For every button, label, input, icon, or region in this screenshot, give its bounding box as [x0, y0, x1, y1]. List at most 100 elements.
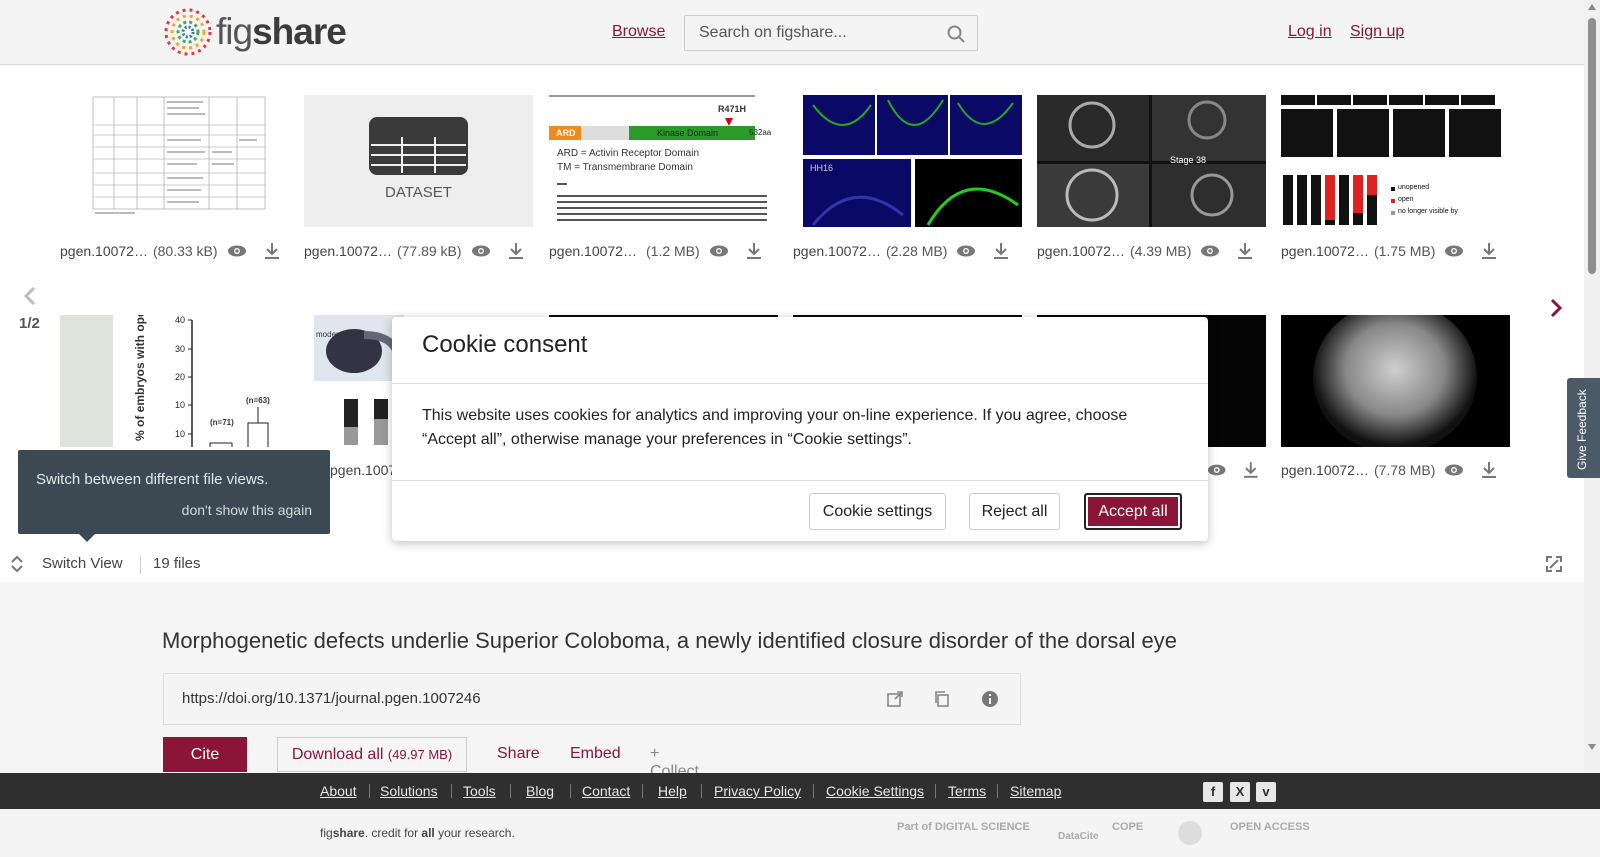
file-thumbnail[interactable]: unopened open no longer visible by [1281, 95, 1510, 227]
file-count: 19 files [153, 555, 201, 572]
doi-url[interactable]: https://doi.org/10.1371/journal.pgen.100… [182, 690, 481, 707]
digital-science-logo[interactable]: Part of DIGITAL SCIENCE [897, 821, 1030, 833]
file-size: (4.39 MB) [1129, 243, 1192, 259]
download-icon[interactable] [507, 242, 525, 260]
tooltip-arrow [78, 533, 96, 542]
file-meta: pgen.10072… (7.78 MB) [1281, 460, 1521, 480]
svg-text:30: 30 [175, 344, 185, 354]
file-thumbnail[interactable] [59, 95, 288, 227]
file-meta: pgen.100724… (1.2 MB) [549, 241, 789, 261]
footer-link-terms[interactable]: Terms [948, 783, 986, 799]
file-name[interactable]: pgen.10072… [60, 243, 148, 259]
file-meta: pgen.10072… (2.28 MB) [793, 241, 1033, 261]
preview-eye-icon[interactable] [1200, 244, 1220, 258]
copy-icon[interactable] [933, 690, 951, 708]
file-size: (1.2 MB) [646, 243, 700, 259]
switch-view-button[interactable]: Switch View [42, 555, 123, 572]
vimeo-icon[interactable]: v [1256, 782, 1276, 802]
previous-page-icon[interactable] [22, 286, 38, 306]
file-thumbnail[interactable]: Stage 38 [1037, 95, 1266, 227]
file-thumbnail[interactable]: R471H ARD Kinase Domain 532aa ARD = Acti… [549, 95, 778, 227]
file-thumbnail[interactable]: DATASET [304, 95, 533, 227]
svg-text:20: 20 [175, 372, 185, 382]
facebook-icon[interactable]: f [1203, 782, 1223, 802]
preview-eye-icon[interactable] [471, 244, 491, 258]
file-name[interactable]: pgen.100724… [549, 243, 641, 259]
figshare-logo[interactable]: figshare [162, 8, 347, 56]
download-icon[interactable] [1236, 242, 1254, 260]
fullscreen-icon[interactable] [1546, 556, 1562, 572]
preview-eye-icon[interactable] [956, 244, 976, 258]
login-link[interactable]: Log in [1288, 23, 1332, 41]
scrollbar-thumb[interactable] [1588, 18, 1596, 274]
share-link[interactable]: Share [497, 745, 540, 763]
footer-link-cookie-settings[interactable]: Cookie Settings [826, 783, 924, 799]
reject-all-button[interactable]: Reject all [969, 493, 1060, 530]
dont-show-again-link[interactable]: don't show this again [182, 502, 312, 518]
download-icon[interactable] [745, 242, 763, 260]
search-icon[interactable] [947, 25, 965, 43]
file-name[interactable]: pgen.10072… [304, 243, 392, 259]
accept-all-button[interactable]: Accept all [1084, 493, 1182, 530]
stage-label: Stage 38 [1170, 155, 1207, 165]
preview-eye-icon[interactable] [709, 244, 729, 258]
browse-link[interactable]: Browse [612, 23, 665, 41]
divider [451, 784, 452, 798]
preview-eye-icon[interactable] [1444, 244, 1464, 258]
download-all-size: (49.97 MB) [387, 746, 453, 762]
download-icon[interactable] [263, 242, 281, 260]
cope-logo[interactable]: COPE [1112, 821, 1143, 833]
signup-link[interactable]: Sign up [1350, 23, 1404, 41]
search-input[interactable] [685, 16, 935, 50]
file-thumbnail[interactable] [1281, 315, 1510, 447]
download-icon[interactable] [992, 242, 1010, 260]
cite-button[interactable]: Cite [163, 737, 247, 772]
scroll-down-icon[interactable] [1588, 744, 1596, 750]
file-thumbnail[interactable]: HH16 [793, 95, 1022, 227]
file-name[interactable]: pgen.10072… [793, 243, 881, 259]
cookie-consent-dialog: Cookie consent This website uses cookies… [392, 317, 1208, 541]
badge-icon[interactable] [1178, 821, 1202, 845]
embed-link[interactable]: Embed [570, 745, 621, 763]
file-name[interactable]: pgen.10072… [1281, 243, 1369, 259]
footer-link-about[interactable]: About [320, 783, 357, 799]
footer-link-contact[interactable]: Contact [582, 783, 630, 799]
give-feedback-tab[interactable]: Give Feedback [1567, 378, 1600, 478]
x-icon[interactable]: X [1230, 782, 1250, 802]
file-name[interactable]: pgen.10072… [1037, 243, 1125, 259]
tooltip-text: Switch between different file views. [36, 471, 269, 488]
length-label: 532aa [749, 128, 772, 137]
footer-link-blog[interactable]: Blog [526, 783, 554, 799]
n-label: (n=63) [246, 396, 270, 405]
footer-link-tools[interactable]: Tools [463, 783, 496, 799]
open-access-logo[interactable]: OPEN ACCESS [1230, 821, 1310, 833]
file-meta [1200, 460, 1260, 480]
stage-label: HH16 [810, 163, 834, 173]
footer-link-sitemap[interactable]: Sitemap [1010, 783, 1061, 799]
datacite-logo[interactable]: DataCite [1058, 831, 1099, 842]
download-icon[interactable] [1480, 242, 1498, 260]
divider [140, 556, 141, 574]
view-toolbar: Switch View 19 files [0, 546, 1584, 582]
footer-link-solutions[interactable]: Solutions [380, 783, 438, 799]
open-external-icon[interactable] [886, 690, 904, 708]
info-icon[interactable] [981, 690, 999, 708]
footer-link-help[interactable]: Help [658, 783, 687, 799]
divider [935, 784, 936, 798]
next-page-icon[interactable] [1548, 298, 1564, 318]
download-icon[interactable] [1242, 461, 1260, 479]
file-name[interactable]: pgen.10072… [1281, 462, 1369, 478]
scroll-up-icon[interactable] [1588, 4, 1596, 10]
download-all-button[interactable]: Download all (49.97 MB) [277, 737, 467, 772]
download-icon[interactable] [1480, 461, 1498, 479]
footer-link-privacy[interactable]: Privacy Policy [714, 783, 801, 799]
preview-eye-icon[interactable] [227, 244, 247, 258]
preview-eye-icon[interactable] [1207, 463, 1226, 477]
cookie-settings-button[interactable]: Cookie settings [809, 493, 946, 530]
ard-label: ARD [556, 128, 576, 138]
dataset-icon [369, 117, 468, 175]
file-thumbnail[interactable]: 40 30 20 10 10 % of embryos with open SOS (n… [60, 315, 289, 447]
preview-eye-icon[interactable] [1444, 463, 1464, 477]
switch-view-icon[interactable] [10, 556, 24, 572]
file-size: (77.89 kB) [396, 243, 462, 259]
